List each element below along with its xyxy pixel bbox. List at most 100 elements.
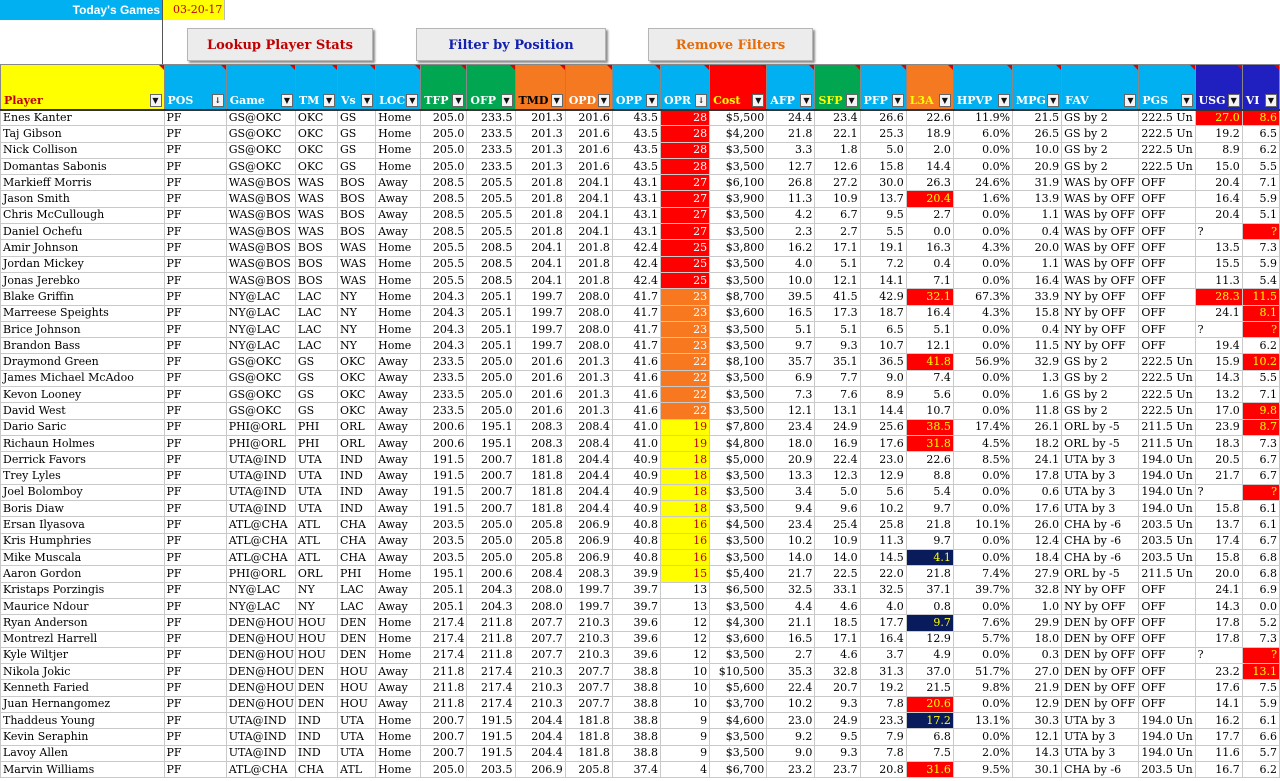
cell-tm[interactable]: UTA <box>294 467 339 485</box>
cell-cost[interactable]: $3,500 <box>709 271 768 290</box>
cell-opd[interactable]: 208.3 <box>564 565 613 583</box>
cell-opp[interactable]: 41.7 <box>611 320 661 339</box>
cell-pos[interactable]: PF <box>163 239 227 257</box>
cell-ofp[interactable]: 205.0 <box>466 386 516 404</box>
cell-usg[interactable]: 11.3 <box>1194 271 1243 290</box>
cell-loc[interactable]: Home <box>375 108 422 127</box>
cell-fav[interactable]: DEN by OFF <box>1061 614 1140 632</box>
cell-opp[interactable]: 39.6 <box>611 646 661 665</box>
table-row[interactable]: David West PF GS@OKC GS OKC Away 233.5 205.0 201… <box>0 402 1280 420</box>
cell-cost[interactable]: $3,500 <box>709 402 768 420</box>
cell-l3a[interactable]: 38.5 <box>905 418 954 436</box>
cell-pfp[interactable]: 3.7 <box>859 646 907 665</box>
cell-tm[interactable]: GS <box>294 353 339 371</box>
cell-pfp[interactable]: 9.5 <box>859 206 907 225</box>
cell-usg[interactable]: 17.8 <box>1194 630 1243 648</box>
cell-mpg[interactable]: 12.9 <box>1012 695 1063 713</box>
cell-pfp[interactable]: 31.3 <box>859 663 907 681</box>
cell-pfp[interactable]: 16.4 <box>859 630 907 648</box>
cell-tm[interactable]: WAS <box>294 190 339 208</box>
cell-opp[interactable]: 39.6 <box>611 630 661 648</box>
cell-pfp[interactable]: 4.0 <box>859 597 907 616</box>
cell-mpg[interactable]: 0.4 <box>1012 320 1063 339</box>
cell-game[interactable]: DEN@HOU <box>225 614 296 632</box>
cell-pfp[interactable]: 42.9 <box>859 288 907 306</box>
cell-ofp[interactable]: 205.0 <box>466 353 516 371</box>
cell-game[interactable]: NY@LAC <box>225 304 296 322</box>
cell-fav[interactable]: UTA by 3 <box>1061 728 1140 746</box>
cell-game[interactable]: PHI@ORL <box>225 418 296 436</box>
cell-fav[interactable]: GS by 2 <box>1061 386 1140 404</box>
cell-tmd[interactable]: 201.8 <box>514 223 566 241</box>
cell-cost[interactable]: $5,500 <box>709 108 768 127</box>
cell-vi[interactable]: 6.2 <box>1241 337 1280 355</box>
cell-sfp[interactable]: 24.9 <box>814 711 861 730</box>
cell-vi[interactable]: 8.1 <box>1241 304 1280 322</box>
cell-ofp[interactable]: 233.5 <box>466 157 516 176</box>
cell-tm[interactable]: DEN <box>294 679 339 697</box>
cell-opp[interactable]: 41.7 <box>611 304 661 322</box>
cell-tm[interactable]: GS <box>294 402 339 420</box>
cell-vi[interactable]: 5.7 <box>1241 744 1280 762</box>
cell-player[interactable]: Montrezl Harrell <box>0 630 165 648</box>
cell-loc[interactable]: Away <box>375 402 422 420</box>
cell-player[interactable]: Boris Diaw <box>0 500 165 518</box>
cell-fav[interactable]: NY by OFF <box>1061 288 1140 306</box>
cell-pgs[interactable]: OFF <box>1138 663 1196 681</box>
cell-pfp[interactable]: 25.6 <box>859 418 907 436</box>
cell-afp[interactable]: 3.4 <box>766 483 816 502</box>
cell-pos[interactable]: PF <box>163 141 227 159</box>
cell-opd[interactable]: 208.0 <box>564 288 613 306</box>
cell-tmd[interactable]: 204.4 <box>514 711 566 730</box>
cell-hpvp[interactable]: 0.0% <box>952 157 1014 176</box>
cell-player[interactable]: Blake Griffin <box>0 288 165 306</box>
cell-mpg[interactable]: 29.9 <box>1012 614 1063 632</box>
cell-pfp[interactable]: 19.2 <box>859 679 907 697</box>
cell-tmd[interactable]: 204.1 <box>514 271 566 290</box>
cell-loc[interactable]: Away <box>375 190 422 208</box>
cell-player[interactable]: Marvin Williams <box>0 760 165 779</box>
cell-opr[interactable]: 27 <box>659 223 711 241</box>
cell-pgs[interactable]: 194.0 Un <box>1138 728 1196 746</box>
cell-tmd[interactable]: 181.8 <box>514 451 566 469</box>
cell-fav[interactable]: DEN by OFF <box>1061 663 1140 681</box>
cell-pos[interactable]: PF <box>163 728 227 746</box>
cell-hpvp[interactable]: 7.4% <box>952 565 1014 583</box>
cell-opr[interactable]: 13 <box>659 581 711 599</box>
cell-tfp[interactable]: 200.6 <box>420 418 468 436</box>
cell-opd[interactable]: 210.3 <box>564 614 613 632</box>
cell-mpg[interactable]: 24.1 <box>1012 451 1063 469</box>
cell-afp[interactable]: 39.5 <box>766 288 816 306</box>
cell-sfp[interactable]: 24.9 <box>814 418 861 436</box>
cell-pfp[interactable]: 30.0 <box>859 174 907 192</box>
table-row[interactable]: Kristaps Porzingis PF NY@LAC NY LAC Away 205.1… <box>0 581 1280 599</box>
cell-player[interactable]: Nick Collison <box>0 141 165 159</box>
cell-opr[interactable]: 9 <box>659 744 711 762</box>
cell-ofp[interactable]: 217.4 <box>466 695 516 713</box>
cell-opp[interactable]: 43.5 <box>611 157 661 176</box>
table-row[interactable]: Kris Humphries PF ATL@CHA ATL CHA Away 203.5 20… <box>0 532 1280 551</box>
cell-opp[interactable]: 43.1 <box>611 174 661 192</box>
cell-cost[interactable]: $8,700 <box>709 288 768 306</box>
cell-opp[interactable]: 40.9 <box>611 451 661 469</box>
cell-opd[interactable]: 206.9 <box>564 516 613 534</box>
table-row[interactable]: Marreese Speights PF NY@LAC LAC NY Home 204.3 2… <box>0 304 1280 322</box>
cell-game[interactable]: NY@LAC <box>225 288 296 306</box>
cell-tm[interactable]: BOS <box>294 239 339 257</box>
cell-opd[interactable]: 204.1 <box>564 174 613 192</box>
cell-loc[interactable]: Home <box>375 646 422 665</box>
cell-opp[interactable]: 43.1 <box>611 206 661 225</box>
cell-fav[interactable]: WAS by OFF <box>1061 190 1140 208</box>
cell-vi[interactable]: 6.2 <box>1241 141 1280 159</box>
cell-ofp[interactable]: 203.5 <box>466 760 516 779</box>
cell-opd[interactable]: 201.8 <box>564 255 613 273</box>
cell-ofp[interactable]: 200.7 <box>466 483 516 502</box>
cell-tmd[interactable]: 201.3 <box>514 108 566 127</box>
cell-pgs[interactable]: 194.0 Un <box>1138 467 1196 485</box>
cell-cost[interactable]: $3,500 <box>709 744 768 762</box>
cell-mpg[interactable]: 21.9 <box>1012 679 1063 697</box>
cell-opd[interactable]: 208.4 <box>564 434 613 453</box>
cell-fav[interactable]: DEN by OFF <box>1061 695 1140 713</box>
cell-pfp[interactable]: 23.0 <box>859 451 907 469</box>
cell-loc[interactable]: Away <box>375 353 422 371</box>
